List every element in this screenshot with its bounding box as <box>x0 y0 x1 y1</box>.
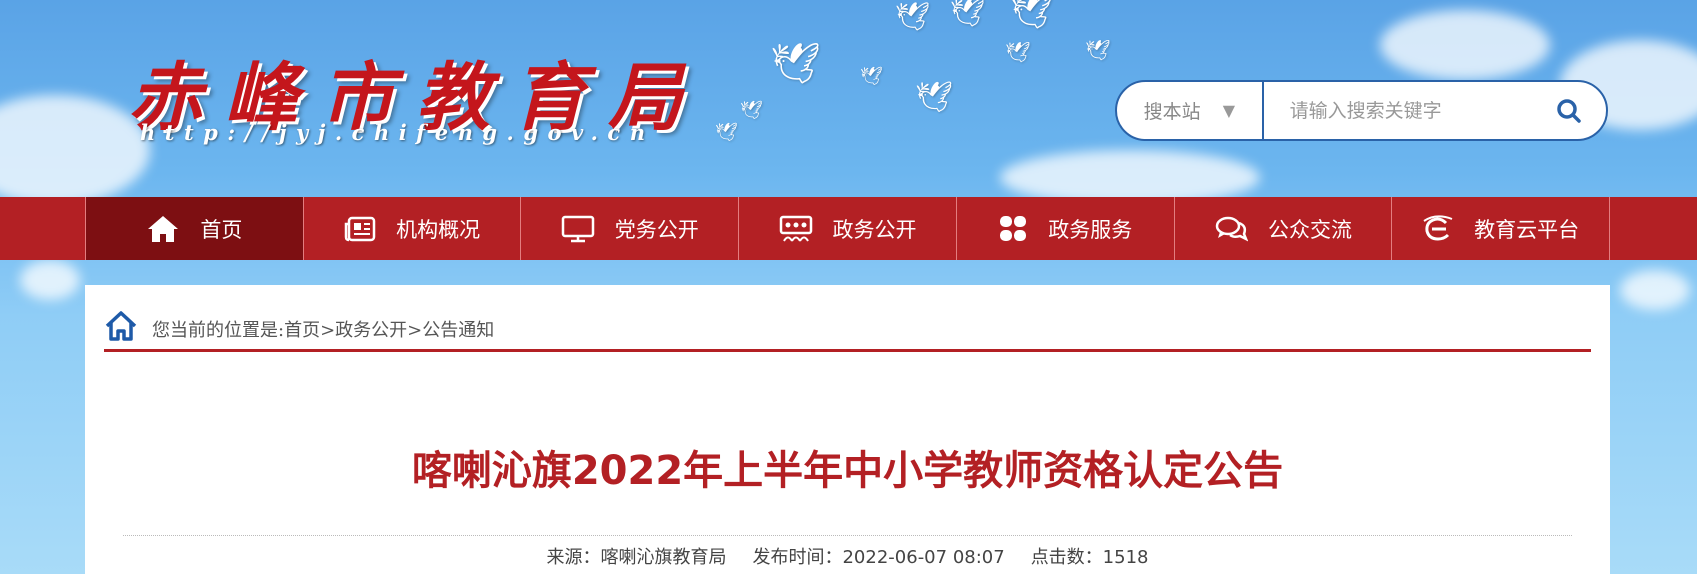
search-bar: 搜本站 ▼ <box>1115 80 1608 141</box>
home-icon <box>148 215 179 242</box>
breadcrumb: 您当前的位置是:首页>政务公开>公告通知 <box>104 310 1591 352</box>
search-scope-select[interactable]: 搜本站 ▼ <box>1117 82 1264 139</box>
newspaper-icon <box>344 216 376 241</box>
nav-item-label: 机构概况 <box>396 217 481 242</box>
nav-item-label: 政务服务 <box>1048 217 1133 242</box>
article-view-count: 点击数：1518 <box>1030 547 1149 568</box>
main-content: 您当前的位置是:首页>政务公开>公告通知 喀喇沁旗2022年上半年中小学教师资格… <box>85 285 1610 574</box>
search-icon <box>1557 98 1582 123</box>
article-title: 喀喇沁旗2022年上半年中小学教师资格认定公告 <box>411 448 1284 494</box>
dove-icon: 🕊 <box>1010 0 1054 32</box>
cloud <box>20 260 80 300</box>
search-scope-label: 搜本站 <box>1143 101 1201 123</box>
site-url: http://jyj.chifeng.gov.cn <box>140 120 655 145</box>
nav-item-government-services[interactable]: 政务服务 <box>957 197 1175 260</box>
nav-item-label: 教育云平台 <box>1474 217 1580 242</box>
nav-item-label: 首页 <box>200 217 243 242</box>
article-source: 来源：喀喇沁旗教育局 <box>546 547 727 568</box>
grid-icon <box>1000 215 1027 241</box>
meeting-screen-icon <box>779 215 812 242</box>
cloud <box>1620 270 1690 310</box>
home-outline-icon <box>105 311 137 341</box>
nav-item-label: 政务公开 <box>832 217 917 242</box>
nav-item-party-affairs[interactable]: 党务公开 <box>521 197 740 260</box>
dove-icon: 🕊 <box>740 100 763 121</box>
main-nav: 首页 机构概况 党务公开 政务公开 政务服务 公众交流 教育云平台 <box>0 197 1697 260</box>
chevron-down-icon: ▼ <box>1222 101 1235 120</box>
search-button[interactable] <box>1533 82 1606 139</box>
article-meta: 来源：喀喇沁旗教育局 发布时间：2022-06-07 08:07 点击数：151… <box>123 535 1572 574</box>
nav-item-public-exchange[interactable]: 公众交流 <box>1175 197 1393 260</box>
dove-icon: 🕊 <box>1085 38 1111 62</box>
dove-icon: 🕊 <box>895 0 931 33</box>
chat-bubbles-icon <box>1215 216 1248 241</box>
nav-item-organization[interactable]: 机构概况 <box>304 197 522 260</box>
nav-item-label: 公众交流 <box>1267 217 1352 242</box>
nav-item-label: 党务公开 <box>614 217 699 242</box>
dove-icon: 🕊 <box>860 66 883 87</box>
dove-icon: 🕊 <box>715 122 738 143</box>
cloud-e-icon <box>1423 214 1453 241</box>
dove-icon: 🕊 <box>770 41 821 87</box>
dove-icon: 🕊 <box>1005 40 1031 64</box>
nav-item-government-affairs[interactable]: 政务公开 <box>739 197 957 260</box>
breadcrumb-text[interactable]: 您当前的位置是:首页>政务公开>公告通知 <box>152 310 494 342</box>
monitor-icon <box>561 215 595 242</box>
search-input[interactable] <box>1263 82 1533 139</box>
article-publish-time: 发布时间：2022-06-07 08:07 <box>752 547 1005 568</box>
nav-item-education-cloud[interactable]: 教育云平台 <box>1392 197 1611 260</box>
site-header: 赤峰市教育局 http://jyj.chifeng.gov.cn 🕊 🕊 🕊 🕊… <box>0 0 1697 197</box>
nav-item-home[interactable]: 首页 <box>86 197 304 260</box>
dove-icon: 🕊 <box>950 0 986 29</box>
dove-icon: 🕊 <box>915 80 954 115</box>
